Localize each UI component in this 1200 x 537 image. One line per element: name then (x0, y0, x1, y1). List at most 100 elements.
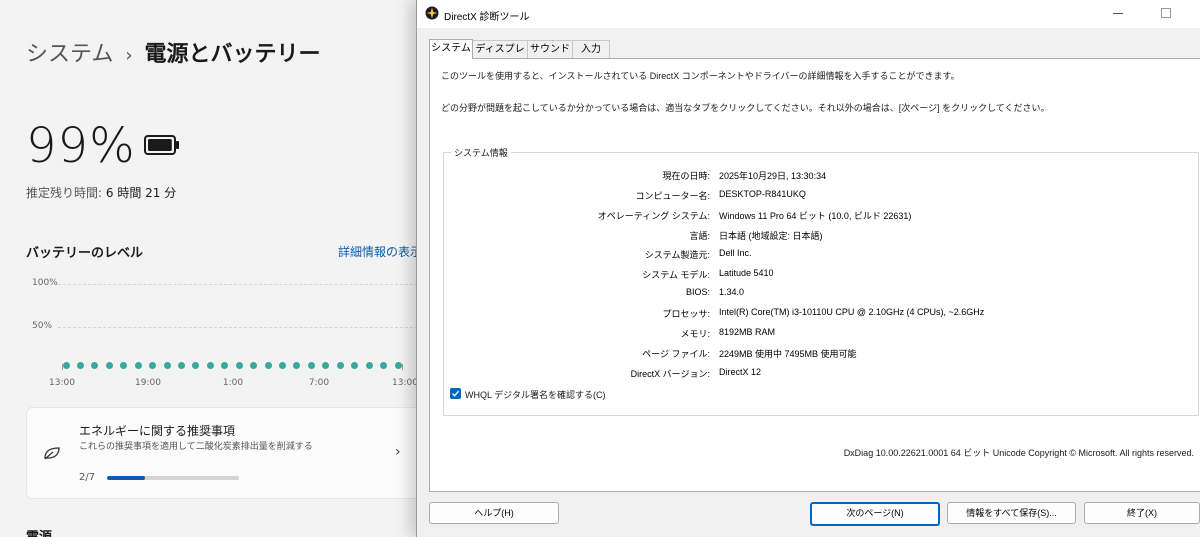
battery-level-point (351, 361, 359, 369)
info-label-computer-name: コンピューター名: (635, 191, 710, 201)
x-tick-label: 19:00 (135, 378, 161, 388)
info-label-language: 言語: (689, 231, 710, 241)
directx-app-icon (425, 6, 439, 20)
save-all-info-button[interactable]: 情報をすべて保存(S)... (947, 502, 1076, 524)
info-value-memory: 8192MB RAM (719, 327, 776, 337)
info-value-computer-name: DESKTOP-R841UKQ (719, 189, 806, 199)
info-label-memory: メモリ: (680, 329, 710, 339)
details-link[interactable]: 詳細情報の表示 (338, 243, 420, 260)
intro-text-1: このツールを使用すると、インストールされている DirectX コンポーネントや… (441, 71, 960, 81)
info-value-page-file: 2249MB 使用中 7495MB 使用可能 (719, 349, 857, 359)
recommendation-subtitle: これらの推奨事項を適用して二酸化炭素排出量を削減する (79, 442, 313, 452)
battery-level-point (380, 361, 388, 369)
system-info-group-title: システム情報 (451, 146, 511, 159)
recommendation-progress-text: 2/7 (79, 472, 96, 483)
tab-sound[interactable]: サウンド (527, 40, 573, 59)
remaining-time: 推定残り時間: 6 時間 21 分 (26, 184, 176, 201)
whql-checkbox-label[interactable]: WHQL デジタル署名を確認する(C) (465, 388, 605, 401)
battery-level-point (105, 361, 113, 369)
battery-level-point (336, 361, 344, 369)
battery-level-point (221, 361, 229, 369)
whql-checkbox[interactable] (450, 388, 461, 399)
battery-level-point (293, 361, 301, 369)
title-bar[interactable]: DirectX 診断ツール (417, 0, 1200, 28)
breadcrumb-parent-link[interactable]: システム (26, 42, 113, 67)
remaining-time-label: 推定残り時間: (26, 186, 103, 200)
info-value-directx-version: DirectX 12 (719, 367, 762, 377)
info-label-os: オペレーティング システム: (597, 211, 710, 221)
intro-text-2: どの分野が問題を起こしているか分かっている場合は、適当なタブをクリックしてくださ… (441, 103, 1050, 113)
exit-button[interactable]: 終了(X) (1084, 502, 1200, 524)
system-tab-panel: このツールを使用すると、インストールされている DirectX コンポーネントや… (429, 58, 1200, 492)
battery-level-point (206, 361, 214, 369)
battery-level-point (394, 361, 402, 369)
next-page-button[interactable]: 次のページ(N) (810, 502, 940, 526)
battery-level-point (322, 361, 330, 369)
battery-level-heading: バッテリーのレベル (26, 246, 144, 261)
battery-level-point (279, 361, 287, 369)
battery-level-point (149, 361, 157, 369)
power-heading: 電源 (26, 526, 52, 537)
page-title: 電源とバッテリー (144, 42, 321, 67)
battery-percent: 99% (26, 118, 136, 174)
leaf-icon (44, 447, 60, 460)
battery-level-point (264, 361, 272, 369)
tab-display[interactable]: ディスプレイ (472, 40, 528, 73)
info-value-processor: Intel(R) Core(TM) i3-10110U CPU @ 2.10GH… (719, 307, 985, 317)
info-label-model: システム モデル: (642, 270, 710, 280)
y-tick-label-100: 100% (32, 278, 58, 288)
x-tick-label: 13:00 (392, 378, 418, 388)
gridline-100 (58, 284, 418, 285)
recommendation-title: エネルギーに関する推奨事項 (79, 424, 236, 438)
settings-window: システム › 電源とバッテリー 99% 推定残り時間: 6 時間 21 分 バッテリ… (0, 0, 420, 537)
tab-system[interactable]: システム (429, 39, 473, 59)
x-tick-label: 1:00 (222, 378, 244, 388)
info-label-manufacturer: システム製造元: (644, 250, 710, 260)
chevron-right-icon: › (395, 444, 401, 460)
info-value-model: Latitude 5410 (719, 268, 774, 278)
x-tick-label: 13:00 (49, 378, 75, 388)
dxdiag-window: DirectX 診断ツール システム ディスプレイ サウンド 入力 このツールを… (416, 0, 1200, 537)
battery-level-point (134, 361, 142, 369)
battery-level-point (76, 361, 84, 369)
info-value-bios: 1.34.0 (719, 287, 745, 297)
info-label-page-file: ページ ファイル: (642, 349, 710, 359)
axis-tick (402, 364, 403, 370)
info-label-datetime: 現在の日時: (662, 171, 710, 181)
help-button[interactable]: ヘルプ(H) (429, 502, 559, 524)
battery-level-point (235, 361, 243, 369)
energy-recommendations-card[interactable]: エネルギーに関する推奨事項 これらの推奨事項を適用して二酸化炭素排出量を削減する… (26, 407, 420, 499)
tab-input[interactable]: 入力 (572, 40, 610, 59)
version-copyright-text: DxDiag 10.00.22621.0001 64 ビット Unicode C… (843, 448, 1194, 458)
breadcrumb: システム › 電源とバッテリー (26, 36, 321, 68)
progress-bar-fill (107, 476, 145, 480)
window-title: DirectX 診断ツール (444, 12, 530, 23)
maximize-icon[interactable] (1161, 8, 1171, 18)
gridline-50 (58, 327, 418, 328)
minimize-icon[interactable] (1113, 13, 1123, 14)
battery-level-point (250, 361, 258, 369)
y-tick-label-50: 50% (32, 321, 53, 331)
battery-level-point (163, 361, 171, 369)
info-value-manufacturer: Dell Inc. (719, 248, 752, 258)
system-info-group: システム情報 現在の日時: 2025年10月29日, 13:30:34 コンピュ… (443, 146, 1199, 416)
battery-level-point (62, 361, 70, 369)
checkmark-icon (452, 390, 460, 397)
battery-level-point (120, 361, 128, 369)
info-value-os: Windows 11 Pro 64 ビット (10.0, ビルド 22631) (719, 211, 912, 221)
info-label-directx-version: DirectX バージョン: (630, 369, 710, 379)
breadcrumb-separator: › (125, 45, 133, 66)
info-label-processor: プロセッサ: (662, 309, 710, 319)
battery-level-point (91, 361, 99, 369)
remaining-time-value: 6 時間 21 分 (105, 186, 177, 200)
info-value-language: 日本語 (地域設定: 日本語) (719, 231, 823, 241)
battery-level-point (177, 361, 185, 369)
battery-level-point (192, 361, 200, 369)
battery-level-point (365, 361, 373, 369)
info-label-bios: BIOS: (685, 287, 710, 297)
x-tick-label: 7:00 (308, 378, 330, 388)
recommendation-progress-bar (107, 476, 239, 480)
battery-icon (144, 135, 179, 155)
info-value-datetime: 2025年10月29日, 13:30:34 (719, 171, 827, 181)
battery-level-point (307, 361, 315, 369)
